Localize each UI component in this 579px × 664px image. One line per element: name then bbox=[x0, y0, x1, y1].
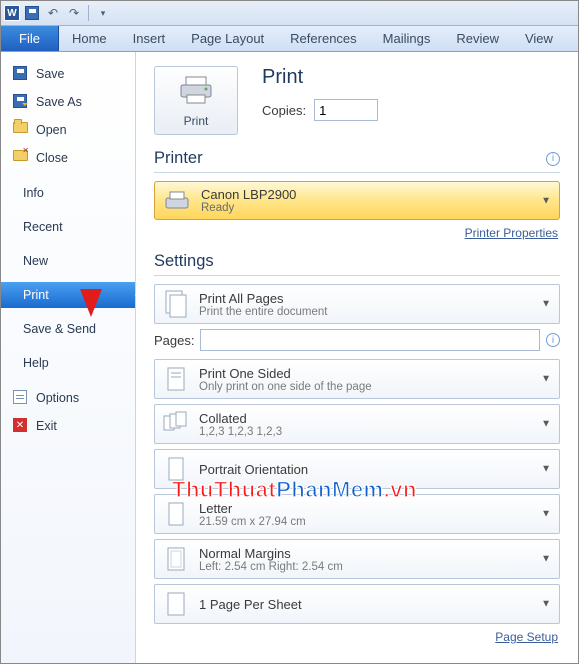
sidebar-item-save[interactable]: Save bbox=[1, 60, 135, 88]
chevron-down-icon: ▼ bbox=[541, 419, 551, 430]
printer-info-icon[interactable]: i bbox=[546, 152, 560, 166]
app-icon: W bbox=[4, 5, 20, 21]
setting-sub: 1,2,3 1,2,3 1,2,3 bbox=[199, 426, 282, 438]
printer-big-icon bbox=[178, 75, 214, 105]
save-icon bbox=[13, 66, 29, 82]
page-setup-link[interactable]: Page Setup bbox=[154, 630, 558, 644]
sidebar-item-save-as[interactable]: Save As bbox=[1, 88, 135, 116]
chevron-down-icon: ▼ bbox=[541, 599, 551, 610]
chevron-down-icon: ▼ bbox=[541, 554, 551, 565]
tab-references[interactable]: References bbox=[277, 26, 369, 51]
sidebar-item-save-send[interactable]: Save & Send bbox=[1, 316, 135, 342]
printer-status: Ready bbox=[201, 202, 296, 214]
setting-sub: Print the entire document bbox=[199, 306, 328, 318]
setting-title: Collated bbox=[199, 411, 282, 426]
backstage-main: Save Save As Open Close Info Recent New … bbox=[1, 52, 578, 663]
file-tab[interactable]: File bbox=[1, 26, 59, 51]
setting-sub: 21.59 cm x 27.94 cm bbox=[199, 516, 306, 528]
sidebar-label: Save As bbox=[36, 95, 82, 109]
setting-margins[interactable]: Normal Margins Left: 2.54 cm Right: 2.54… bbox=[154, 539, 560, 579]
chevron-down-icon: ▼ bbox=[541, 464, 551, 475]
setting-print-range[interactable]: Print All Pages Print the entire documen… bbox=[154, 284, 560, 324]
printer-properties-link[interactable]: Printer Properties bbox=[154, 226, 558, 240]
printer-selector[interactable]: Canon LBP2900 Ready ▼ bbox=[154, 181, 560, 220]
chevron-down-icon: ▼ bbox=[541, 299, 551, 310]
pages-label: Pages: bbox=[154, 333, 194, 348]
chevron-down-icon: ▼ bbox=[541, 195, 551, 206]
pages-input[interactable] bbox=[200, 329, 540, 351]
print-backstage-content: Print Print Copies: Printer i Canon LBP2… bbox=[136, 52, 578, 663]
sidebar-item-close[interactable]: Close bbox=[1, 144, 135, 172]
backstage-sidebar: Save Save As Open Close Info Recent New … bbox=[1, 52, 136, 663]
sidebar-item-open[interactable]: Open bbox=[1, 116, 135, 144]
sidebar-item-new[interactable]: New bbox=[1, 248, 135, 274]
qat-separator bbox=[88, 5, 89, 21]
title-bar: W ↶ ↷ ▾ bbox=[1, 1, 578, 26]
page-per-sheet-icon bbox=[163, 589, 189, 619]
collated-icon bbox=[163, 409, 189, 439]
setting-title: Normal Margins bbox=[199, 546, 343, 561]
close-folder-icon bbox=[13, 150, 29, 166]
ribbon-tabs: File Home Insert Page Layout References … bbox=[1, 26, 578, 52]
save-as-icon bbox=[13, 94, 29, 110]
print-button[interactable]: Print bbox=[154, 66, 238, 135]
pages-info-icon[interactable]: i bbox=[546, 333, 560, 347]
undo-icon[interactable]: ↶ bbox=[44, 4, 62, 22]
redo-icon[interactable]: ↷ bbox=[65, 4, 83, 22]
open-folder-icon bbox=[13, 122, 29, 138]
setting-title: Portrait Orientation bbox=[199, 462, 308, 477]
chevron-down-icon: ▼ bbox=[541, 509, 551, 520]
sidebar-item-exit[interactable]: ✕ Exit bbox=[1, 412, 135, 440]
copies-input[interactable] bbox=[314, 99, 378, 121]
settings-heading: Settings bbox=[154, 252, 214, 271]
sidebar-label: Open bbox=[36, 123, 67, 137]
tab-page-layout[interactable]: Page Layout bbox=[178, 26, 277, 51]
margins-icon bbox=[163, 544, 189, 574]
sidebar-item-info[interactable]: Info bbox=[1, 180, 135, 206]
tab-home[interactable]: Home bbox=[59, 26, 120, 51]
divider bbox=[154, 172, 560, 173]
tab-view[interactable]: View bbox=[512, 26, 566, 51]
setting-sub: Only print on one side of the page bbox=[199, 381, 372, 393]
setting-sub: Left: 2.54 cm Right: 2.54 cm bbox=[199, 561, 343, 573]
setting-orientation[interactable]: Portrait Orientation ▼ bbox=[154, 449, 560, 489]
options-icon bbox=[13, 390, 29, 406]
setting-title: Print All Pages bbox=[199, 291, 328, 306]
printer-device-icon bbox=[163, 190, 191, 212]
setting-pages-per-sheet[interactable]: 1 Page Per Sheet ▼ bbox=[154, 584, 560, 624]
qat-customize-icon[interactable]: ▾ bbox=[94, 4, 112, 22]
print-button-label: Print bbox=[155, 114, 237, 128]
sidebar-item-options[interactable]: Options bbox=[1, 384, 135, 412]
printer-heading: Printer bbox=[154, 149, 203, 168]
setting-collation[interactable]: Collated 1,2,3 1,2,3 1,2,3 ▼ bbox=[154, 404, 560, 444]
sidebar-label: Exit bbox=[36, 419, 57, 433]
sidebar-label: Save bbox=[36, 67, 65, 81]
one-sided-icon bbox=[163, 364, 189, 394]
setting-title: Letter bbox=[199, 501, 306, 516]
setting-paper-size[interactable]: Letter 21.59 cm x 27.94 cm ▼ bbox=[154, 494, 560, 534]
printer-name: Canon LBP2900 bbox=[201, 187, 296, 202]
copies-label: Copies: bbox=[262, 103, 306, 118]
sidebar-item-recent[interactable]: Recent bbox=[1, 214, 135, 240]
tab-review[interactable]: Review bbox=[443, 26, 512, 51]
tab-insert[interactable]: Insert bbox=[120, 26, 179, 51]
sidebar-item-help[interactable]: Help bbox=[1, 350, 135, 376]
chevron-down-icon: ▼ bbox=[541, 374, 551, 385]
qat-save-icon[interactable] bbox=[23, 4, 41, 22]
sidebar-label: Close bbox=[36, 151, 68, 165]
paper-size-icon bbox=[163, 499, 189, 529]
tab-mailings[interactable]: Mailings bbox=[370, 26, 444, 51]
setting-title: 1 Page Per Sheet bbox=[199, 597, 302, 612]
exit-icon: ✕ bbox=[13, 418, 29, 434]
document-pages-icon bbox=[163, 289, 189, 319]
setting-title: Print One Sided bbox=[199, 366, 372, 381]
portrait-icon bbox=[163, 454, 189, 484]
sidebar-item-print[interactable]: Print bbox=[1, 282, 135, 308]
setting-duplex[interactable]: Print One Sided Only print on one side o… bbox=[154, 359, 560, 399]
sidebar-label: Options bbox=[36, 391, 79, 405]
print-heading: Print bbox=[262, 66, 378, 89]
divider bbox=[154, 275, 560, 276]
